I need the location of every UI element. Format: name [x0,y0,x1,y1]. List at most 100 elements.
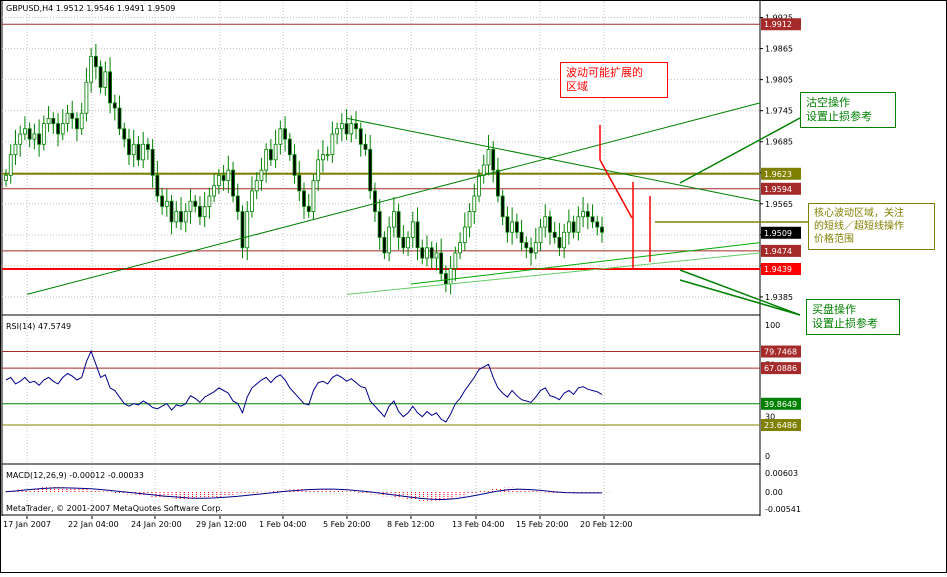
candle-body [89,55,94,83]
candle-body [155,174,160,197]
chart-svg[interactable]: 1.99251.98651.98051.97451.96851.96251.95… [0,0,947,573]
candle-body [292,154,297,176]
candle-body [581,211,585,218]
x-tick-label: 20 Feb 12:00 [580,520,632,529]
candle-body [538,226,543,243]
candle-body [330,133,335,156]
candle-body [410,221,415,238]
candle-body [401,237,406,249]
candle-body [566,221,571,233]
candle-body [363,143,368,150]
candle-body [524,242,529,249]
price-level-label: 1.9439 [764,265,792,274]
candle-body [127,138,131,156]
candle-body [103,71,108,88]
candle-body [278,128,283,145]
candle-body [169,200,174,223]
candle-body [160,195,164,207]
callout-short-stop: 沽空操作 设置止损参考 [800,92,896,128]
candle-body [595,221,600,228]
rsi-level-label: 79.7468 [764,348,797,357]
macd-signal-line [5,487,602,501]
price-level-label: 1.9912 [764,20,792,29]
candle-body [60,123,65,135]
candle-body [368,149,373,192]
candle-body [93,55,98,68]
candle-body [268,149,273,161]
x-tick-label: 8 Feb 12:00 [387,520,434,529]
candle-body [590,216,595,223]
candle-body [287,138,292,156]
x-tick-label: 5 Feb 20:00 [323,520,370,529]
candle-body [250,190,254,212]
candle-body [505,216,510,233]
candle-body [519,231,524,243]
candle-body [164,200,169,207]
candle-body [51,118,56,124]
candle-body [571,221,576,233]
candle-body [240,211,245,249]
candle-body [174,211,179,223]
y-tick-label: 1.9745 [765,107,793,116]
candle-body [193,200,198,207]
candle-body [425,247,429,259]
candle-body [377,211,382,238]
candle-body [391,211,396,228]
candle-body [406,237,410,249]
candle-body [462,226,467,243]
chart-window[interactable]: 1.99251.98651.98051.97451.96851.96251.95… [0,0,947,573]
candle-body [4,174,8,181]
candle-body [486,149,491,166]
price-level-label: 1.9594 [764,185,792,194]
candle-body [529,247,533,254]
candle-body [98,66,103,88]
candle-body [339,123,344,130]
current-price-label: 1.9509 [764,229,792,238]
rsi-line [5,349,603,423]
candle-body [420,247,425,259]
candle-body [32,133,37,140]
candle-body [429,247,434,259]
candle-body [316,159,321,181]
candle-body [41,123,46,145]
candle-body [264,149,269,171]
x-tick-label: 24 Jan 20:00 [131,520,182,529]
price-level-label: 1.9474 [764,247,792,256]
candle-body [434,252,439,259]
candle-body [354,123,358,130]
candle-body [75,118,79,130]
candle-body [325,154,330,157]
candle-body [576,216,581,233]
candle-body [136,143,141,161]
candle-body [23,128,27,135]
candle-body [491,149,496,171]
candle-body [231,169,235,197]
candle-body [183,211,188,223]
candle-body [335,128,340,135]
candle-body [533,242,538,254]
x-tick-label: 1 Feb 04:00 [259,520,306,529]
candle-body [321,154,325,161]
candle-body [302,190,306,207]
trendline-triangle-lower [410,242,761,285]
candle-body [562,231,567,249]
candle-body [585,211,590,218]
candle-body [344,123,349,135]
candle-body [387,226,392,254]
callout-core-zone: 核心波动区域，关注 的短线／超短线操作 价格范围 [808,203,935,250]
candle-body [27,128,32,140]
candle-body [472,195,477,212]
candle-body [500,195,505,218]
candle-body [600,226,604,233]
candle-body [311,180,316,212]
candle-body [216,174,221,187]
x-tick-label: 22 Jan 04:00 [68,520,119,529]
candle-body [235,195,240,212]
candle-body [112,102,117,109]
candle-body [477,174,481,197]
trendline-support-lightgreen [346,252,761,295]
window-border [0,0,947,573]
x-tick-label: 17 Jan 2007 [3,520,51,529]
price-panel-title: GBPUSD,H4 1.9512 1.9546 1.9491 1.9509 [6,4,175,13]
y-tick-label: 1.9865 [765,45,793,54]
